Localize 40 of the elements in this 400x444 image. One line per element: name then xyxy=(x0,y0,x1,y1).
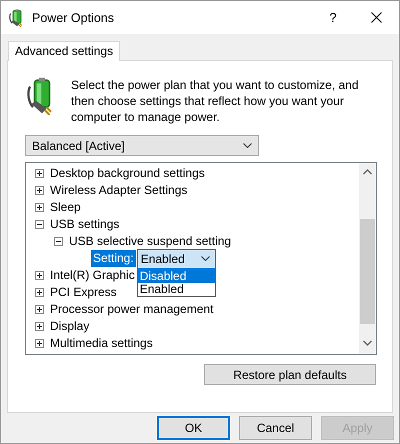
window-title: Power Options xyxy=(32,10,115,24)
expand-icon[interactable] xyxy=(35,288,44,297)
description-text: Select the power plan that you want to customize, and then choose settings that reflect how you want your computer to manage power. xyxy=(71,77,360,125)
expand-icon[interactable] xyxy=(35,271,44,280)
power-plan-dropdown[interactable]: Balanced [Active] xyxy=(25,135,259,156)
tree-item[interactable]: USB selective suspend setting xyxy=(69,233,232,250)
scrollbar-thumb[interactable] xyxy=(360,219,375,324)
scrollbar[interactable] xyxy=(359,163,376,354)
tree-item[interactable]: Wireless Adapter Settings xyxy=(50,182,188,199)
restore-defaults-button[interactable]: Restore plan defaults xyxy=(204,364,376,385)
expand-icon[interactable] xyxy=(35,305,44,314)
expand-icon[interactable] xyxy=(35,322,44,331)
tree-item[interactable]: Display xyxy=(50,318,90,335)
tree-item[interactable]: Intel(R) Graphic xyxy=(50,267,135,284)
power-options-icon xyxy=(9,8,25,26)
settings-tab[interactable]: Advanced settings xyxy=(8,41,120,61)
setting-label[interactable]: Setting: xyxy=(91,250,136,267)
collapse-icon[interactable] xyxy=(35,220,44,229)
expand-icon[interactable] xyxy=(35,203,44,212)
ok-button[interactable]: OK xyxy=(157,416,230,440)
setting-dropdown[interactable]: Enabled xyxy=(136,248,216,268)
caret-icon xyxy=(243,143,252,148)
close-icon[interactable] xyxy=(370,12,382,23)
tree-item[interactable]: Multimedia settings xyxy=(50,335,153,352)
expand-icon[interactable] xyxy=(35,339,44,348)
tree-item[interactable]: Desktop background settings xyxy=(50,165,205,182)
scroll-up-icon[interactable] xyxy=(363,169,372,175)
tree-item[interactable]: USB settings xyxy=(50,216,120,233)
cancel-button[interactable]: Cancel xyxy=(239,416,312,440)
expand-icon[interactable] xyxy=(35,186,44,195)
dropdown-option[interactable]: Disabled xyxy=(138,270,215,282)
tree-item[interactable]: PCI Express xyxy=(50,284,117,301)
dropdown-option[interactable]: Enabled xyxy=(138,282,215,296)
scroll-down-icon[interactable] xyxy=(363,340,372,346)
collapse-icon[interactable] xyxy=(54,237,63,246)
tree-item[interactable]: Sleep xyxy=(50,199,81,216)
expand-icon[interactable] xyxy=(35,169,44,178)
caret-icon xyxy=(200,256,210,261)
help-button[interactable]: ? xyxy=(313,10,353,25)
tree-item[interactable]: Processor power management xyxy=(50,301,214,318)
